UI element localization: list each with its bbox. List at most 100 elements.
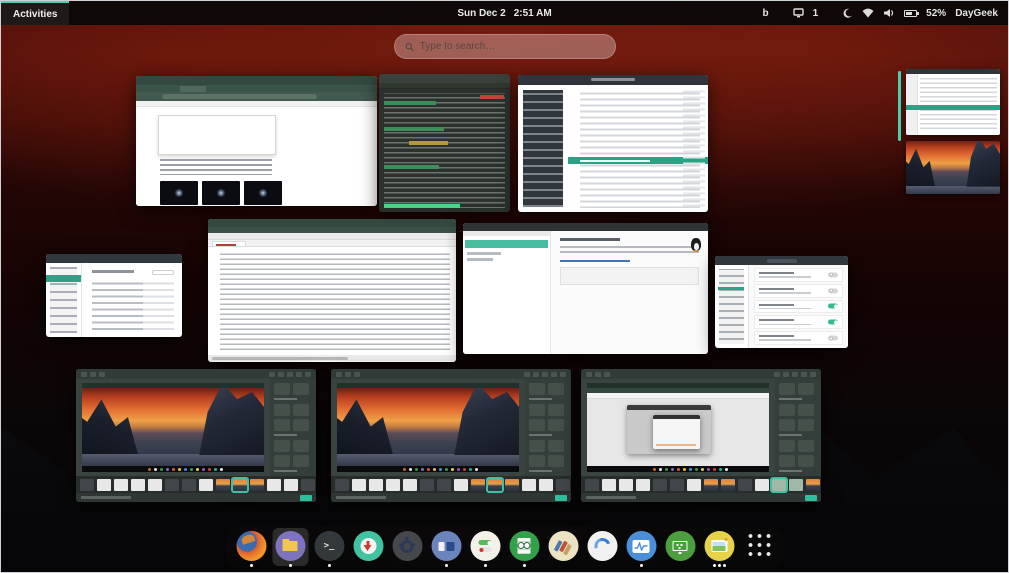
dock-item-files[interactable]: [274, 531, 306, 568]
window-terminal[interactable]: [379, 74, 510, 212]
filmstrip-thumbnail[interactable]: [267, 479, 281, 491]
filmstrip-thumbnail[interactable]: [216, 479, 230, 491]
filmstrip-thumbnail[interactable]: [148, 479, 162, 491]
filmstrip-thumbnail[interactable]: [806, 479, 820, 491]
wifi-icon[interactable]: [862, 8, 874, 18]
dock-item-screen-share[interactable]: [664, 531, 696, 568]
battery-icon[interactable]: [904, 10, 917, 17]
filmstrip-thumbnail[interactable]: [471, 479, 485, 491]
window-web-browser[interactable]: [136, 76, 377, 206]
filmstrip-thumbnail-selected[interactable]: [233, 479, 247, 491]
tool-button[interactable]: [779, 383, 795, 395]
dock-item-show-applications[interactable]: [742, 531, 774, 564]
filmstrip-thumbnail[interactable]: [721, 479, 735, 491]
dock-item-notes-search[interactable]: [508, 531, 540, 568]
system-tray[interactable]: b 1 52% DayGeek: [763, 8, 1009, 19]
dock-item-tweaks[interactable]: [469, 531, 501, 568]
filmstrip-thumbnail[interactable]: [352, 479, 366, 491]
filmstrip-thumbnail[interactable]: [301, 479, 315, 491]
tool-button[interactable]: [293, 404, 309, 416]
filmstrip-thumbnail[interactable]: [182, 479, 196, 491]
filmstrip-thumbnail[interactable]: [738, 479, 752, 491]
activities-button[interactable]: Activities: [1, 1, 69, 25]
input-source-icon[interactable]: b: [763, 8, 769, 19]
dock-item-terminal[interactable]: >_: [313, 531, 345, 568]
hyperlink[interactable]: [560, 260, 630, 262]
filmstrip-thumbnail[interactable]: [636, 479, 650, 491]
filmstrip-thumbnail[interactable]: [670, 479, 684, 491]
window-settings-details[interactable]: [46, 254, 182, 337]
filmstrip-thumbnail[interactable]: [335, 479, 349, 491]
tool-button[interactable]: [274, 419, 290, 431]
window-screenshot-editor-3[interactable]: [581, 369, 821, 502]
filmstrip-thumbnail[interactable]: [386, 479, 400, 491]
tool-button[interactable]: [529, 440, 545, 452]
filmstrip-thumbnail[interactable]: [437, 479, 451, 491]
filmstrip-thumbnail[interactable]: [602, 479, 616, 491]
filmstrip-thumbnail[interactable]: [420, 479, 434, 491]
filmstrip-thumbnail[interactable]: [454, 479, 468, 491]
workspace-2-thumbnail[interactable]: [906, 141, 1000, 194]
tool-button[interactable]: [779, 419, 795, 431]
toggle-switch-on[interactable]: [828, 304, 838, 309]
selected-sidebar-item[interactable]: [718, 287, 744, 290]
dock-item-swirl-app[interactable]: [586, 531, 618, 568]
tool-button[interactable]: [293, 455, 309, 467]
dock-item-firefox[interactable]: [235, 531, 267, 568]
toggle-switch-on[interactable]: [828, 320, 838, 325]
filmstrip-thumbnail[interactable]: [250, 479, 264, 491]
tool-button[interactable]: [293, 440, 309, 452]
window-screenshot-editor-2[interactable]: [331, 369, 571, 502]
tool-button[interactable]: [779, 455, 795, 467]
notification-icon[interactable]: [793, 8, 804, 18]
window-screenshot-editor-1[interactable]: [76, 369, 316, 502]
tool-button[interactable]: [798, 404, 814, 416]
filmstrip-thumbnail[interactable]: [619, 479, 633, 491]
tool-button[interactable]: [529, 419, 545, 431]
filmstrip-thumbnail[interactable]: [539, 479, 553, 491]
filmstrip-thumbnail[interactable]: [97, 479, 111, 491]
filmstrip-thumbnail[interactable]: [199, 479, 213, 491]
tool-button[interactable]: [293, 383, 309, 395]
toggle-switch-off[interactable]: [828, 272, 838, 277]
toggle-switch-off[interactable]: [828, 336, 838, 341]
filmstrip-thumbnail[interactable]: [165, 479, 179, 491]
dock-item-system-monitor[interactable]: [625, 531, 657, 568]
filmstrip-thumbnail-selected[interactable]: [488, 479, 502, 491]
filmstrip-thumbnail[interactable]: [687, 479, 701, 491]
search-input[interactable]: [420, 41, 605, 52]
tool-button[interactable]: [529, 455, 545, 467]
editor-hscrollbar[interactable]: [208, 355, 456, 361]
tool-button[interactable]: [274, 440, 290, 452]
tool-button[interactable]: [548, 383, 564, 395]
filmstrip-thumbnail[interactable]: [284, 479, 298, 491]
filmstrip-thumbnail[interactable]: [789, 479, 803, 491]
filmstrip-thumbnail[interactable]: [556, 479, 570, 491]
filmstrip-thumbnail[interactable]: [369, 479, 383, 491]
selected-sidebar-item[interactable]: [46, 275, 81, 282]
dock-item-control-panel[interactable]: [430, 531, 462, 568]
filmstrip-thumbnail[interactable]: [131, 479, 145, 491]
filmstrip-thumbnail-selected[interactable]: [772, 479, 786, 491]
tool-button[interactable]: [548, 440, 564, 452]
tool-button[interactable]: [798, 419, 814, 431]
tool-button[interactable]: [274, 383, 290, 395]
tool-button[interactable]: [798, 455, 814, 467]
night-light-icon[interactable]: [842, 8, 853, 19]
filmstrip-thumbnail[interactable]: [114, 479, 128, 491]
filmstrip-thumbnail[interactable]: [755, 479, 769, 491]
selected-topic[interactable]: [465, 240, 548, 248]
tool-button[interactable]: [274, 455, 290, 467]
window-settings-toggles[interactable]: [715, 256, 848, 348]
tool-button[interactable]: [548, 455, 564, 467]
filmstrip-thumbnail[interactable]: [403, 479, 417, 491]
volume-icon[interactable]: [883, 8, 895, 18]
dock-item-settings[interactable]: [391, 531, 423, 568]
tool-button[interactable]: [779, 404, 795, 416]
username[interactable]: DayGeek: [955, 8, 998, 19]
window-text-editor[interactable]: [208, 219, 456, 362]
filmstrip-thumbnail[interactable]: [80, 479, 94, 491]
toggle-switch-off[interactable]: [828, 288, 838, 293]
dock-item-software-update[interactable]: [352, 531, 384, 568]
filmstrip-thumbnail[interactable]: [505, 479, 519, 491]
